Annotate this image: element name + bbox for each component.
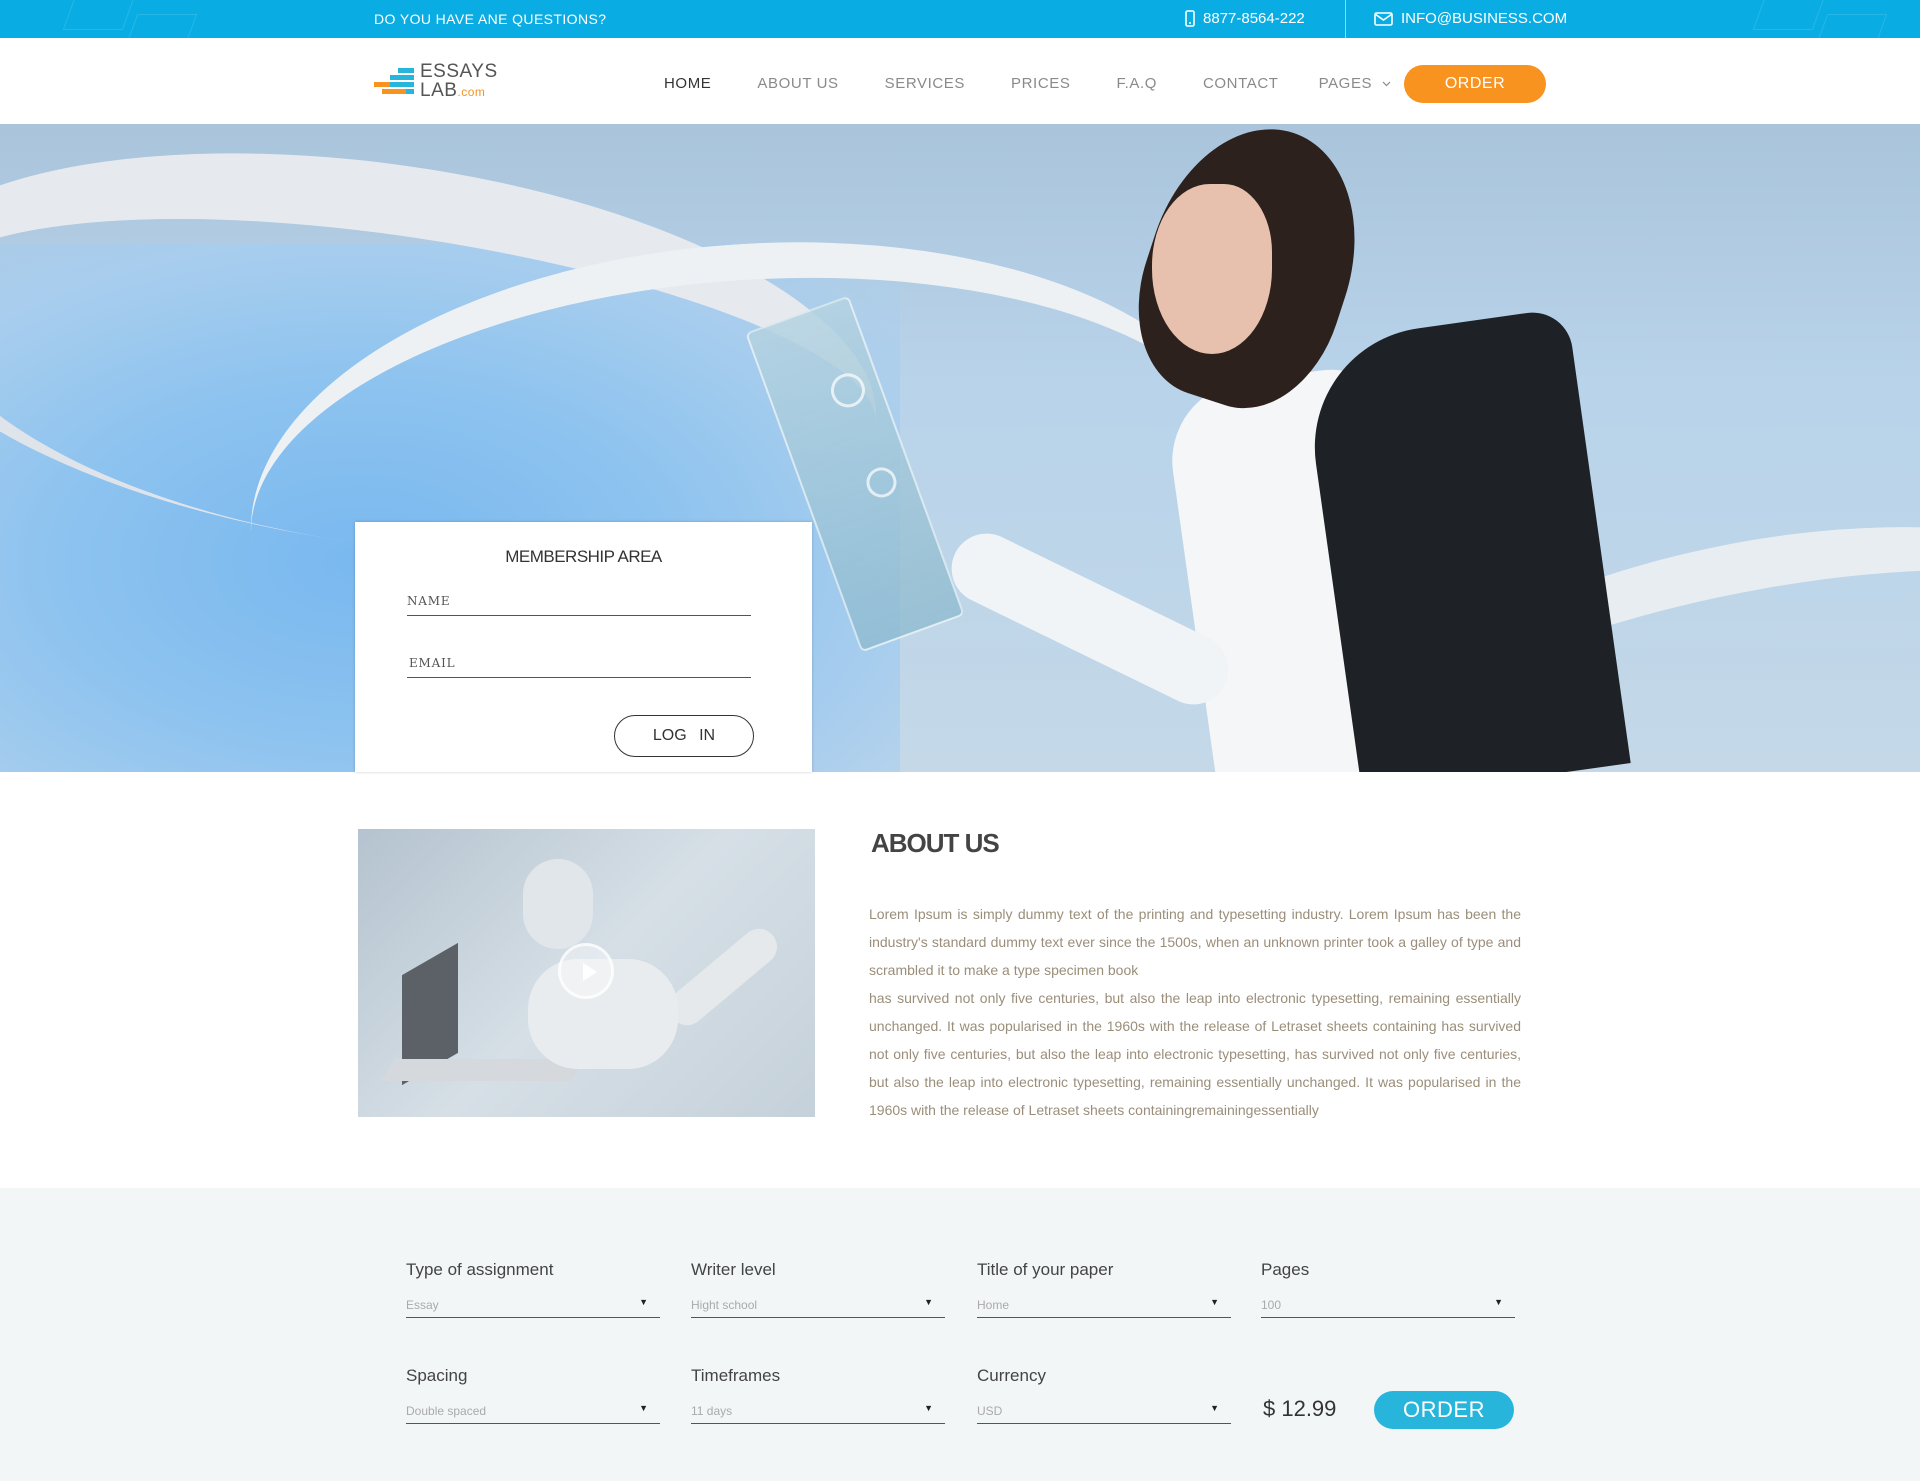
decorative-hex <box>1812 14 1888 38</box>
email-address: INFO@BUSINESS.COM <box>1401 10 1568 27</box>
about-paragraph: has survived not only five centuries, bu… <box>869 990 1521 1118</box>
hero-banner <box>0 124 1920 772</box>
play-icon[interactable] <box>558 943 614 999</box>
email-field[interactable]: EMAIL <box>407 652 751 678</box>
about-title: ABOUT US <box>871 828 1000 858</box>
logo-text: ESSAYS LAB.com <box>420 62 498 102</box>
about-paragraph: Lorem Ipsum is simply dummy text of the … <box>869 906 1521 978</box>
spacing-select[interactable]: Double spaced ▼ <box>406 1400 660 1424</box>
chevron-down-icon <box>1382 81 1391 86</box>
decorative-hex <box>62 0 138 30</box>
main-nav: HOME ABOUT US SERVICES PRICES F.A.Q CONT… <box>664 75 1391 92</box>
paper-title-label: Title of your paper <box>977 1260 1114 1279</box>
writer-level-select[interactable]: Hight school ▼ <box>691 1294 945 1318</box>
hero-woman-vest <box>1299 307 1631 772</box>
writer-level-label: Writer level <box>691 1260 776 1279</box>
dropdown-arrow-icon: ▼ <box>1210 1403 1219 1413</box>
nav-faq[interactable]: F.A.Q <box>1116 75 1157 92</box>
phone-link[interactable]: 8877-8564-222 <box>1185 10 1305 27</box>
logo[interactable]: ESSAYS LAB.com <box>374 62 498 102</box>
site-header: ESSAYS LAB.com HOME ABOUT US SERVICES PR… <box>0 38 1920 124</box>
top-contact-bar: DO YOU HAVE ANE QUESTIONS? 8877-8564-222… <box>0 0 1920 38</box>
questions-text: DO YOU HAVE ANE QUESTIONS? <box>374 11 607 27</box>
decorative-hex <box>1752 0 1828 30</box>
writer-level-value: Hight school <box>691 1298 758 1312</box>
timeframes-select[interactable]: 11 days ▼ <box>691 1400 945 1424</box>
dropdown-arrow-icon: ▼ <box>1494 1297 1503 1307</box>
about-video-thumbnail[interactable] <box>358 829 815 1117</box>
membership-title: MEMBERSHIP AREA <box>505 547 662 566</box>
phone-number: 8877-8564-222 <box>1203 10 1305 27</box>
decorative-hex <box>122 14 198 38</box>
phone-icon <box>1185 10 1195 27</box>
timeframes-label: Timeframes <box>691 1366 781 1385</box>
email-link[interactable]: INFO@BUSINESS.COM <box>1374 10 1567 27</box>
nav-pages-dropdown[interactable]: PAGES <box>1319 75 1392 92</box>
robot-illustration <box>661 921 785 1033</box>
nav-prices[interactable]: PRICES <box>1011 75 1070 92</box>
pages-value: 100 <box>1261 1298 1282 1312</box>
dropdown-arrow-icon: ▼ <box>924 1403 933 1413</box>
form-order-button[interactable]: ORDER <box>1374 1391 1514 1429</box>
timeframes-value: 11 days <box>691 1404 733 1418</box>
nav-pages-label: PAGES <box>1318 75 1373 92</box>
hero-woman-face <box>1152 184 1272 354</box>
dropdown-arrow-icon: ▼ <box>1210 1297 1219 1307</box>
paper-title-value: Home <box>977 1298 1010 1312</box>
dropdown-arrow-icon: ▼ <box>639 1297 648 1307</box>
nav-about-us[interactable]: ABOUT US <box>757 75 838 92</box>
spacing-value: Double spaced <box>406 1404 487 1418</box>
robot-illustration <box>523 859 593 949</box>
order-form-section <box>0 1188 1920 1481</box>
currency-select[interactable]: USD ▼ <box>977 1400 1231 1424</box>
assignment-type-label: Type of assignment <box>406 1260 554 1279</box>
paper-title-select[interactable]: Home ▼ <box>977 1294 1231 1318</box>
logo-line1: ESSAYS <box>420 61 498 82</box>
currency-label: Currency <box>977 1366 1046 1385</box>
logo-bars-icon <box>374 64 414 100</box>
mail-icon <box>1374 11 1393 26</box>
membership-login-card: MEMBERSHIP AREA NAME EMAIL LOG IN <box>355 522 812 772</box>
nav-services[interactable]: SERVICES <box>885 75 965 92</box>
about-text: Lorem Ipsum is simply dummy text of the … <box>869 900 1521 1124</box>
pages-select[interactable]: 100 ▼ <box>1261 1294 1515 1318</box>
login-button[interactable]: LOG IN <box>614 715 754 757</box>
header-order-button[interactable]: ORDER <box>1404 65 1546 103</box>
dropdown-arrow-icon: ▼ <box>639 1403 648 1413</box>
assignment-type-value: Essay <box>406 1298 439 1312</box>
logo-suffix: .com <box>457 85 486 99</box>
dropdown-arrow-icon: ▼ <box>924 1297 933 1307</box>
name-field[interactable]: NAME <box>407 590 751 616</box>
topbar-divider <box>1345 0 1346 38</box>
nav-home[interactable]: HOME <box>664 75 711 92</box>
currency-value: USD <box>977 1404 1003 1418</box>
nav-contact[interactable]: CONTACT <box>1203 75 1279 92</box>
pages-label: Pages <box>1261 1260 1310 1279</box>
price-display: $ 12.99 <box>1263 1396 1337 1421</box>
spacing-label: Spacing <box>406 1366 468 1385</box>
logo-line2: LAB <box>420 80 458 101</box>
assignment-type-select[interactable]: Essay ▼ <box>406 1294 660 1318</box>
